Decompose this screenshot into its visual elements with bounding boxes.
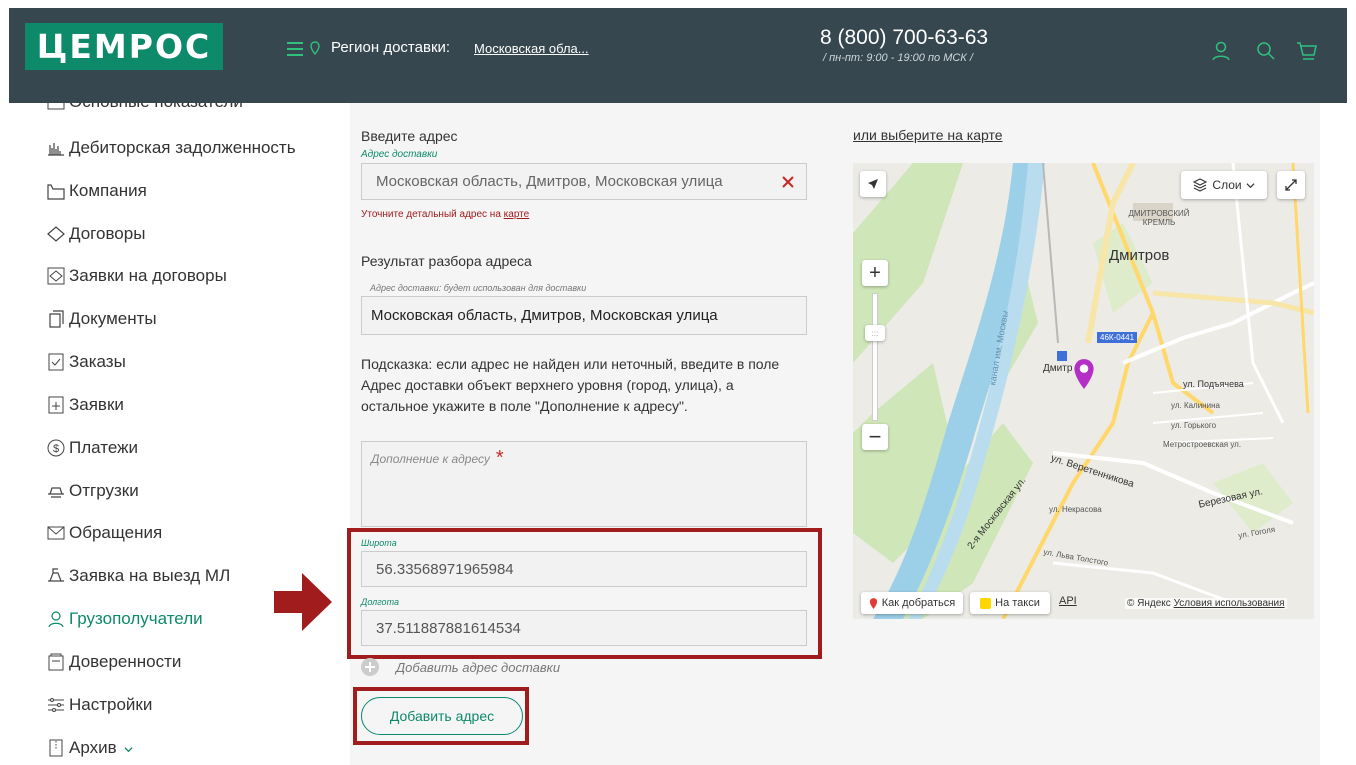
region-selector[interactable]: Московская обла...: [474, 41, 589, 56]
hamburger-menu-icon[interactable]: [287, 42, 303, 56]
parse-result-title: Результат разбора адреса: [361, 253, 532, 269]
yandex-map[interactable]: Слои + ::: − ДМИТРОВСКИЙ КРЕМЛЬ Дмитров …: [853, 163, 1314, 619]
add-address-highlight: [353, 687, 529, 745]
address-input[interactable]: Московская область, Дмитров, Московская …: [361, 163, 807, 200]
map-copyright: © Яндекс Условия использования: [1125, 598, 1287, 609]
cemros-logo[interactable]: ЦЕМРОС: [25, 23, 223, 70]
bar-chart-icon: [48, 143, 64, 156]
dollar-icon: $: [47, 439, 65, 457]
map-api-link[interactable]: API: [1059, 595, 1077, 607]
chart-icon: [47, 103, 65, 110]
fullscreen-button[interactable]: [1277, 171, 1305, 199]
plus-circle-icon: [361, 658, 379, 676]
user-icon[interactable]: [1210, 40, 1232, 62]
handshake-request-icon: [47, 267, 65, 285]
zoom-slider-handle[interactable]: :::: [865, 325, 885, 341]
clarify-address-hint: Уточните детальный адрес на карте: [361, 209, 530, 220]
address-addition-textarea[interactable]: Дополнение к адресу *: [361, 441, 807, 527]
chevron-down-icon[interactable]: [124, 745, 133, 754]
handshake-icon: [47, 226, 65, 242]
map-location-pin-icon: [1074, 359, 1094, 389]
coordinates-highlight: [347, 528, 822, 659]
truck-request-icon: [48, 568, 64, 582]
clarify-map-link[interactable]: карте: [504, 209, 530, 220]
street-label: Метростроевская ул.: [1163, 440, 1242, 449]
street-label: ул. Калинина: [1171, 401, 1220, 410]
mail-icon: [47, 526, 65, 540]
address-field-label: Адрес доставки: [361, 149, 438, 160]
map-road-label: 46К-0441: [1097, 332, 1138, 343]
factory-icon: [47, 184, 65, 200]
clear-icon[interactable]: [782, 176, 794, 188]
taxi-icon: [980, 597, 992, 609]
taxi-button[interactable]: На такси: [970, 592, 1050, 614]
required-mark: *: [495, 447, 504, 469]
route-button[interactable]: Как добраться: [861, 592, 963, 614]
map-city-marker-label: Дмитр: [1043, 363, 1073, 374]
map-kremlin-label: ДМИТРОВСКИЙ КРЕМЛЬ: [1128, 209, 1190, 227]
parsed-address-field: Московская область, Дмитров, Московская …: [361, 296, 807, 335]
sidebar-nav: Основные показатели Дебиторская задолжен…: [0, 103, 350, 765]
archive-icon: [49, 739, 63, 757]
annotation-arrow: [274, 573, 332, 631]
working-hours: / пн-пт: 9:00 - 19:00 по МСК /: [823, 52, 973, 64]
shipment-icon: [48, 487, 64, 498]
svg-text:$: $: [53, 443, 59, 455]
street-label: ул. Горького: [1171, 421, 1217, 430]
map-canvas: [853, 163, 1314, 619]
settings-icon: [48, 698, 64, 712]
locate-me-button[interactable]: [860, 171, 886, 197]
consignee-icon: [48, 611, 64, 628]
location-pin-icon: [310, 41, 320, 55]
map-city-label: Дмитров: [1109, 247, 1170, 264]
layers-icon: [1193, 178, 1208, 192]
address-hint: Подсказка: если адрес не найден или нето…: [361, 356, 780, 414]
phone-number[interactable]: 8 (800) 700-63-63: [820, 26, 988, 50]
street-label: ул. Некрасова: [1049, 505, 1102, 514]
region-label: Регион доставки:: [331, 39, 451, 56]
request-icon: [48, 396, 64, 414]
parsed-address-label: Адрес доставки: будет использован для до…: [370, 283, 587, 293]
chevron-down-icon: [1246, 182, 1255, 188]
enter-address-title: Введите адрес: [361, 128, 458, 144]
street-label: ул. Подъячева: [1183, 379, 1244, 389]
terms-link[interactable]: Условия использования: [1174, 598, 1285, 609]
zoom-slider[interactable]: [872, 293, 878, 421]
route-pin-icon: [869, 597, 877, 609]
zoom-in-button[interactable]: +: [862, 260, 888, 286]
choose-on-map-link[interactable]: или выберите на карте: [853, 127, 1003, 143]
document-icon: [49, 310, 64, 328]
map-layers-button[interactable]: Слои: [1181, 171, 1267, 199]
add-delivery-address-link[interactable]: Добавить адрес доставки: [361, 658, 560, 676]
expand-icon: [1285, 179, 1297, 191]
search-icon[interactable]: [1255, 40, 1277, 62]
navigation-arrow-icon: [868, 179, 878, 189]
zoom-out-button[interactable]: −: [862, 424, 888, 450]
cart-icon[interactable]: [1295, 40, 1317, 62]
order-icon: [48, 353, 64, 371]
power-of-attorney-icon: [48, 653, 64, 671]
